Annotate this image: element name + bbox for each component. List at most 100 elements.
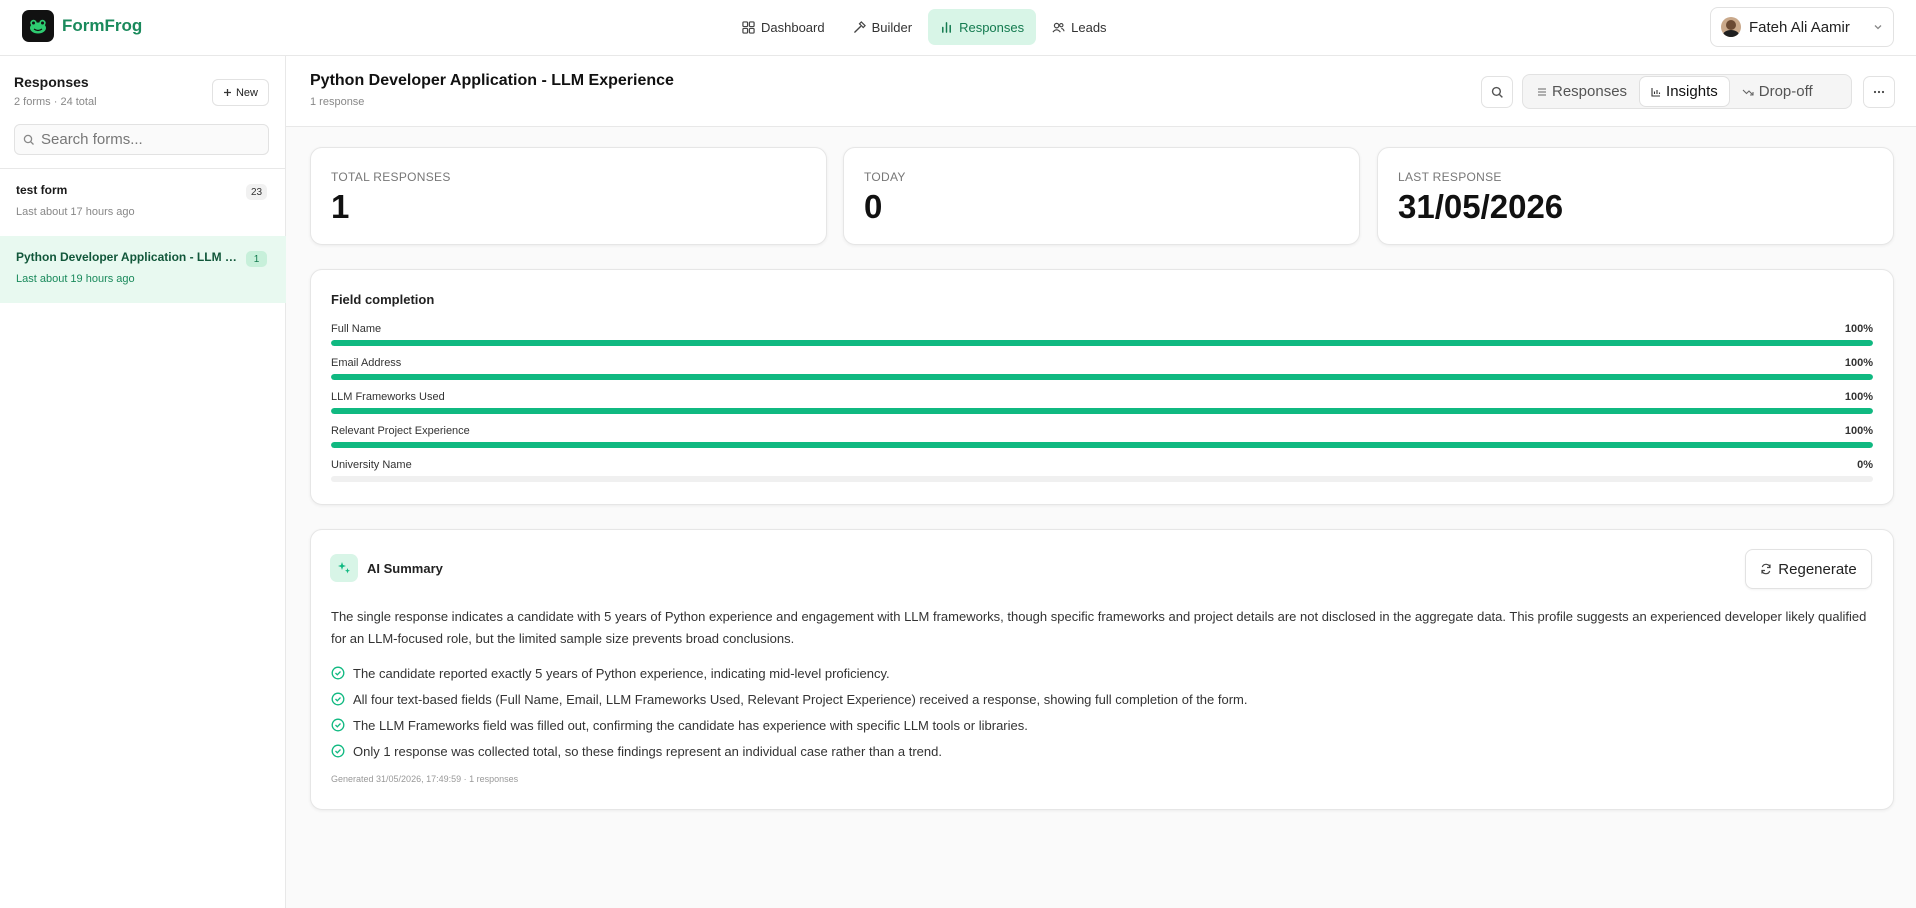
field-percent: 100%	[1844, 357, 1873, 369]
page-subtitle: 1 response	[310, 96, 365, 108]
brand-name[interactable]: FormFrog	[62, 16, 142, 36]
search-button[interactable]	[1481, 76, 1513, 108]
regenerate-label: Regenerate	[1778, 560, 1857, 578]
more-options-button[interactable]	[1863, 76, 1895, 108]
progress-fill	[331, 442, 1873, 448]
tab-insights[interactable]: Insights	[1640, 77, 1729, 106]
new-form-button[interactable]: New	[212, 79, 269, 106]
formfrog-logo[interactable]	[22, 10, 54, 42]
progress-track	[331, 408, 1873, 414]
tab-drop-off-label: Drop-off	[1758, 83, 1813, 100]
stat-label: TODAY	[864, 170, 906, 184]
stat-card-last-response: LAST RESPONSE 31/05/2026	[1377, 147, 1894, 245]
insight-text: The candidate reported exactly 5 years o…	[353, 665, 890, 681]
progress-fill	[331, 340, 1873, 346]
field-completion-card: Field completion Full Name 100% Email Addr…	[310, 269, 1894, 505]
field-percent: 100%	[1844, 425, 1873, 437]
field-name: University Name	[331, 459, 412, 471]
nav-leads[interactable]: Leads	[1040, 9, 1118, 45]
sidebar: Responses 2 forms · 24 total New test fo…	[0, 56, 286, 908]
search-forms	[14, 124, 269, 155]
field-completion-row: Full Name 100%	[331, 323, 1873, 357]
tab-responses[interactable]: Responses	[1526, 77, 1638, 106]
user-name: Fateh Ali Aamir	[1749, 18, 1850, 36]
field-percent: 100%	[1844, 323, 1873, 335]
check-circle-icon	[331, 718, 345, 732]
field-percent: 100%	[1844, 391, 1873, 403]
nav-responses[interactable]: Responses	[928, 9, 1037, 45]
check-circle-icon	[331, 666, 345, 680]
insight-item: The LLM Frameworks field was filled out,…	[331, 715, 1028, 735]
insight-text: All four text-based fields (Full Name, E…	[353, 691, 1248, 707]
users-icon	[1052, 22, 1065, 33]
ai-summary-paragraph: The single response indicates a candidat…	[331, 609, 1867, 646]
field-name: LLM Frameworks Used	[331, 391, 445, 403]
progress-track	[331, 442, 1873, 448]
form-list-item[interactable]: Python Developer Application - LLM Exper…	[0, 236, 286, 303]
bar-chart-icon	[942, 21, 952, 33]
tab-insights-label: Insights	[1666, 83, 1718, 100]
list-icon	[1538, 87, 1546, 96]
avatar	[1721, 17, 1741, 37]
nav-dashboard[interactable]: Dashboard	[730, 9, 837, 45]
nav-builder[interactable]: Builder	[841, 9, 924, 45]
field-completion-row: Email Address 100%	[331, 357, 1873, 391]
more-horizontal-icon	[1873, 90, 1885, 94]
progress-track	[331, 340, 1873, 346]
stat-value: 0	[864, 188, 883, 225]
progress-track	[331, 374, 1873, 380]
page-title: Python Developer Application - LLM Exper…	[310, 72, 674, 89]
hammer-icon	[853, 20, 866, 33]
stat-value: 1	[331, 188, 350, 225]
form-last-time: Last about 19 hours ago	[16, 273, 135, 285]
form-count-badge: 1	[246, 251, 267, 267]
field-name: Email Address	[331, 357, 402, 369]
search-icon	[1491, 86, 1503, 98]
main-nav: Dashboard Builder Responses Leads	[730, 9, 1119, 45]
refresh-icon	[1761, 563, 1771, 575]
sidebar-subtitle: 2 forms · 24 total	[14, 96, 97, 108]
sidebar-title: Responses	[14, 74, 89, 90]
field-name: Full Name	[331, 323, 382, 335]
progress-fill	[331, 408, 1873, 414]
form-list-item[interactable]: test form Last about 17 hours ago 23	[0, 169, 286, 236]
insight-text: Only 1 response was collected total, so …	[353, 743, 942, 759]
new-form-label: New	[235, 86, 258, 99]
ai-summary-title: AI Summary	[367, 561, 443, 576]
form-count-badge: 23	[246, 184, 267, 200]
tab-responses-label: Responses	[1552, 83, 1628, 100]
field-name: Relevant Project Experience	[331, 425, 470, 437]
regenerate-button[interactable]: Regenerate	[1745, 549, 1872, 589]
progress-fill	[331, 374, 1873, 380]
search-input[interactable]	[41, 131, 241, 148]
nav-leads-label: Leads	[1071, 19, 1107, 35]
progress-track	[331, 476, 1873, 482]
tab-drop-off[interactable]: Drop-off	[1731, 77, 1824, 106]
insight-item: All four text-based fields (Full Name, E…	[331, 689, 1248, 709]
field-completion-row: University Name 0%	[331, 459, 1873, 493]
sparkles-icon	[330, 554, 358, 582]
stat-label: TOTAL RESPONSES	[331, 170, 451, 184]
nav-responses-label: Responses	[959, 19, 1025, 35]
search-icon	[23, 134, 34, 145]
check-circle-icon	[331, 744, 345, 758]
check-circle-icon	[331, 692, 345, 706]
bar-chart-icon	[1651, 87, 1661, 97]
form-last-time: Last about 17 hours ago	[16, 206, 135, 218]
insight-text: The LLM Frameworks field was filled out,…	[353, 717, 1028, 733]
ai-summary-footer: Generated 31/05/2026, 17:49:59 · 1 respo…	[331, 774, 519, 784]
insight-item: The candidate reported exactly 5 years o…	[331, 663, 890, 683]
stat-card-today: TODAY 0	[843, 147, 1360, 245]
insight-item: Only 1 response was collected total, so …	[331, 741, 942, 761]
field-percent: 0%	[1857, 459, 1873, 471]
field-completion-row: Relevant Project Experience 100%	[331, 425, 1873, 459]
nav-builder-label: Builder	[871, 19, 913, 35]
form-name: test form	[16, 183, 68, 197]
nav-dashboard-label: Dashboard	[761, 19, 825, 35]
dashboard-icon	[742, 20, 755, 34]
content-header: Python Developer Application - LLM Exper…	[286, 56, 1916, 127]
field-completion-title: Field completion	[331, 292, 435, 307]
stat-label: LAST RESPONSE	[1398, 170, 1502, 184]
stat-value: 31/05/2026	[1398, 188, 1564, 225]
user-menu[interactable]: Fateh Ali Aamir	[1710, 7, 1894, 47]
